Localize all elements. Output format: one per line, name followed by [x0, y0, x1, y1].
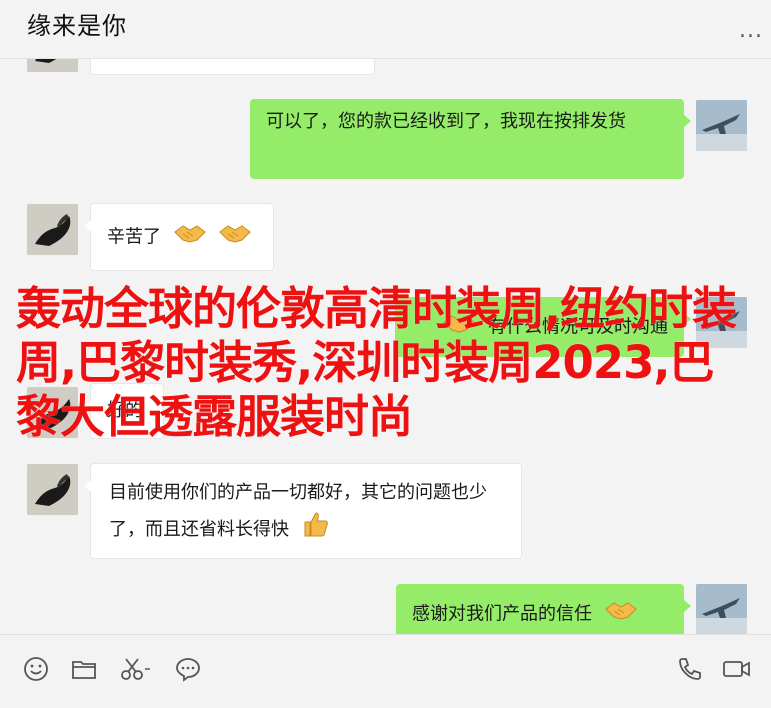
- scissors-icon[interactable]: [118, 655, 154, 683]
- horse-avatar[interactable]: [27, 464, 78, 515]
- input-toolbar: [0, 634, 771, 708]
- message-bubble-outgoing: 可以了，您的款已经收到了，我现在按排发货: [250, 99, 691, 179]
- jet-avatar[interactable]: [696, 584, 747, 634]
- overlay-caption: 轰动全球的伦敦高清时装周,纽约时装周,巴黎时装秀,深圳时装周2023,巴黎大但透…: [16, 282, 737, 443]
- chat-header: 缘来是你 ...: [0, 0, 771, 59]
- message-bubble-incoming: 目前使用你们的产品一切都好，其它的问题也少了，而且还省料长得快: [84, 463, 522, 559]
- horse-avatar[interactable]: [27, 204, 78, 255]
- horse-avatar[interactable]: [27, 59, 78, 72]
- message-text: 感谢对我们产品的信任: [412, 603, 592, 625]
- handshake-emoji: [218, 222, 252, 253]
- phone-icon[interactable]: [676, 655, 704, 683]
- message-bubble-incoming: 辛苦了: [84, 203, 274, 271]
- message-text: 目前使用你们的产品一切都好，其它的问题也少了，而且还省料长得快: [109, 482, 487, 540]
- handshake-emoji: [604, 599, 638, 630]
- jet-avatar[interactable]: [696, 100, 747, 151]
- message-bubble-outgoing: 感谢对我们产品的信任: [396, 584, 691, 634]
- chat-title: 缘来是你: [27, 12, 127, 40]
- message-bubble-incoming: [90, 59, 375, 75]
- chat-bubble-icon[interactable]: [174, 655, 202, 683]
- emoji-icon[interactable]: [22, 655, 50, 683]
- more-options-icon[interactable]: ...: [739, 18, 763, 43]
- thumbs-up-emoji: [301, 510, 329, 550]
- folder-icon[interactable]: [70, 655, 98, 683]
- handshake-emoji: [173, 222, 207, 253]
- message-text: 辛苦了: [107, 226, 161, 248]
- message-text: 可以了，您的款已经收到了，我现在按排发货: [266, 111, 626, 132]
- video-icon[interactable]: [721, 655, 753, 683]
